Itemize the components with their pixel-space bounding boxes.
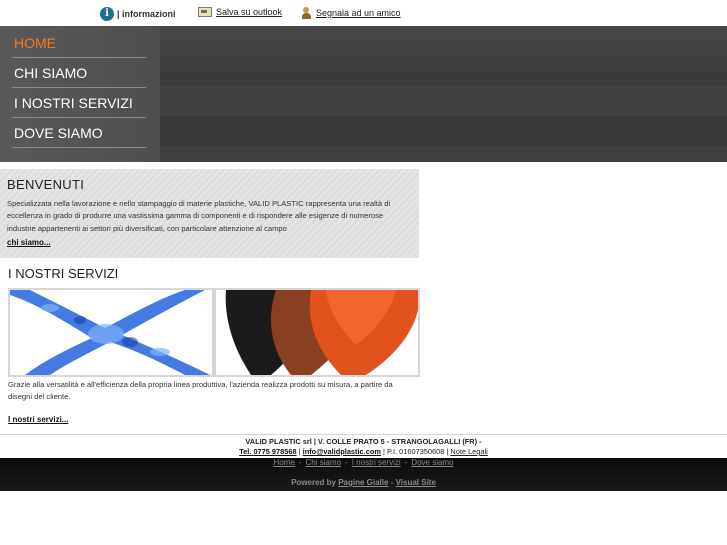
footer-sep: | (298, 447, 301, 456)
info-label: | informazioni (117, 9, 176, 19)
services-title: I NOSTRI SERVIZI (8, 266, 119, 281)
bottom-nav-sep: - (298, 458, 302, 467)
save-outlook-link[interactable]: Salva su outlook (198, 7, 282, 17)
footer-contacts: Tel. 0775 978568 | info@validplastic.com… (0, 447, 727, 456)
service-image-guitar-picks (214, 288, 420, 377)
tell-a-friend-label: Segnala ad un amico (316, 8, 401, 18)
nav-item-dove-siamo[interactable]: DOVE SIAMO (12, 118, 146, 148)
powered-by: Powered by Pagine Gialle - Visual Site (0, 478, 727, 487)
powered-label: Powered by (291, 478, 336, 487)
bottom-nav-dove-siamo[interactable]: Dove siamo (411, 458, 453, 467)
welcome-text: Specializzata nella lavorazione e nello … (7, 199, 391, 233)
footer-company: VALID PLASTIC srl | V. COLLE PRATO 5 - S… (245, 437, 482, 446)
welcome-box: BENVENUTI Specializzata nella lavorazion… (0, 169, 419, 258)
footer-email-link[interactable]: info@validplastic.com (303, 447, 381, 456)
tell-a-friend-link[interactable]: Segnala ad un amico (302, 7, 401, 19)
friend-icon (302, 7, 312, 19)
bottom-nav-sep: - (345, 458, 348, 467)
footer-vat: | P.I. 01607350608 | (382, 447, 449, 456)
footer-phone-link[interactable]: Tel. 0775 978568 (239, 447, 296, 456)
header-banner (160, 26, 727, 162)
main-nav: HOME CHI SIAMO I NOSTRI SERVIZI DOVE SIA… (0, 26, 160, 162)
visual-site-link[interactable]: Visual Site (396, 478, 436, 487)
info-icon: i (100, 7, 114, 21)
info-link[interactable]: i | informazioni (100, 7, 176, 21)
pagine-gialle-link[interactable]: Pagine Gialle (338, 478, 388, 487)
chi-siamo-link[interactable]: chi siamo... (7, 238, 51, 247)
footer-legal-link[interactable]: Note Legali (450, 447, 487, 456)
top-bar: i | informazioni Salva su outlook Segnal… (0, 0, 727, 27)
bottom-nav-servizi[interactable]: I nostri servizi (352, 458, 401, 467)
nav-item-home[interactable]: HOME (12, 28, 146, 58)
powered-dash: - (390, 478, 394, 487)
welcome-title: BENVENUTI (7, 177, 85, 192)
nav-item-chi-siamo[interactable]: CHI SIAMO (12, 58, 146, 88)
header: HOME CHI SIAMO I NOSTRI SERVIZI DOVE SIA… (0, 26, 727, 162)
save-outlook-label: Salva su outlook (216, 7, 283, 17)
nav-item-servizi[interactable]: I NOSTRI SERVIZI (12, 88, 146, 118)
bottom-nav-chi-siamo[interactable]: Chi siamo (305, 458, 341, 467)
services-text: Grazie alla versatilità e all'efficienza… (8, 380, 393, 401)
footer-info: VALID PLASTIC srl | V. COLLE PRATO 5 - S… (0, 434, 727, 458)
bottom-nav-home[interactable]: Home (273, 458, 294, 467)
services-link[interactable]: I nostri servizi... (8, 415, 68, 424)
service-image-blue-molecule (8, 288, 214, 377)
bottom-nav: Home - Chi siamo - I nostri servizi - Dove sia… (0, 458, 727, 467)
bottom-nav-sep: - (404, 458, 408, 467)
outlook-icon (198, 7, 212, 17)
